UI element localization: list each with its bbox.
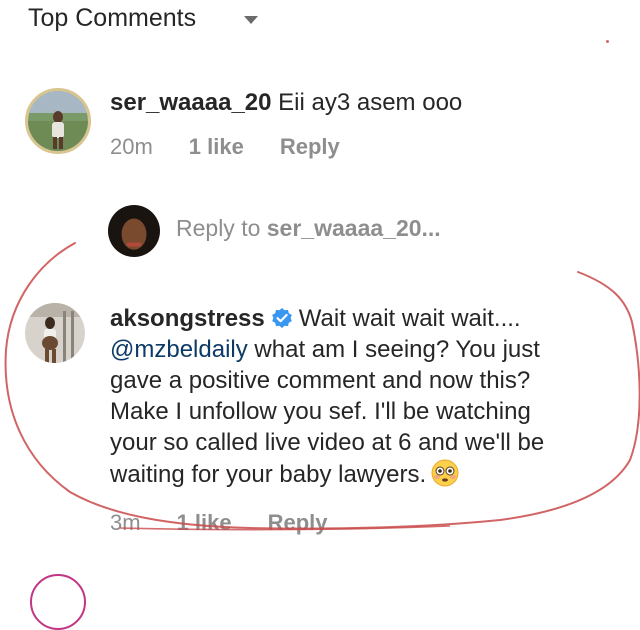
flushed-face-icon: [430, 458, 460, 488]
avatar-photo: [28, 91, 88, 151]
avatar[interactable]: [25, 303, 85, 363]
annotation-dot: [606, 40, 609, 43]
reply-button[interactable]: Reply: [268, 510, 328, 536]
chevron-down-icon[interactable]: [244, 15, 259, 24]
comment-meta: 20m 1 like Reply: [110, 134, 340, 160]
reply-prompt[interactable]: Reply to ser_waaaa_20...: [176, 215, 441, 242]
reply-button[interactable]: Reply: [280, 134, 340, 160]
comment-text-line: what am I seeing? You just: [247, 336, 540, 363]
comment-time: 3m: [110, 510, 141, 535]
avatar[interactable]: [25, 88, 91, 154]
reply-prefix: Reply to: [176, 215, 267, 241]
comment-time: 20m: [110, 134, 153, 159]
comment-ser-waaaa: ser_waaaa_20 Eii ay3 asem ooo: [110, 87, 462, 118]
sort-title[interactable]: Top Comments: [28, 4, 196, 33]
comments-header[interactable]: Top Comments: [28, 4, 259, 33]
mention-link[interactable]: @mzbeldaily: [110, 336, 248, 363]
comment-text-line: waiting for your baby lawyers.: [110, 461, 427, 488]
comment-text-line: Wait wait wait wait....: [298, 305, 521, 332]
like-count[interactable]: 1 like: [189, 134, 244, 160]
reply-username: ser_waaaa_20...: [266, 215, 441, 241]
comment-text: Eii ay3 asem ooo: [278, 89, 463, 116]
comment-text-line: gave a positive comment and now this?: [110, 367, 531, 394]
comment-aksongstress: aksongstress Wait wait wait wait.... @mzb…: [110, 303, 630, 490]
comment-username[interactable]: aksongstress: [110, 305, 265, 332]
avatar-photo: [25, 303, 85, 363]
like-count[interactable]: 1 like: [177, 510, 232, 536]
verified-badge-icon: [271, 306, 293, 328]
avatar[interactable]: [30, 574, 86, 630]
avatar[interactable]: [108, 205, 160, 257]
avatar-photo: [108, 205, 160, 257]
comment-text-line: Make I unfollow you sef. I'll be watchin…: [110, 398, 531, 425]
comment-text-line: your so called live video at 6 and we'll…: [110, 429, 545, 456]
comment-username[interactable]: ser_waaaa_20: [110, 89, 271, 116]
comment-meta: 3m 1 like Reply: [110, 510, 328, 536]
